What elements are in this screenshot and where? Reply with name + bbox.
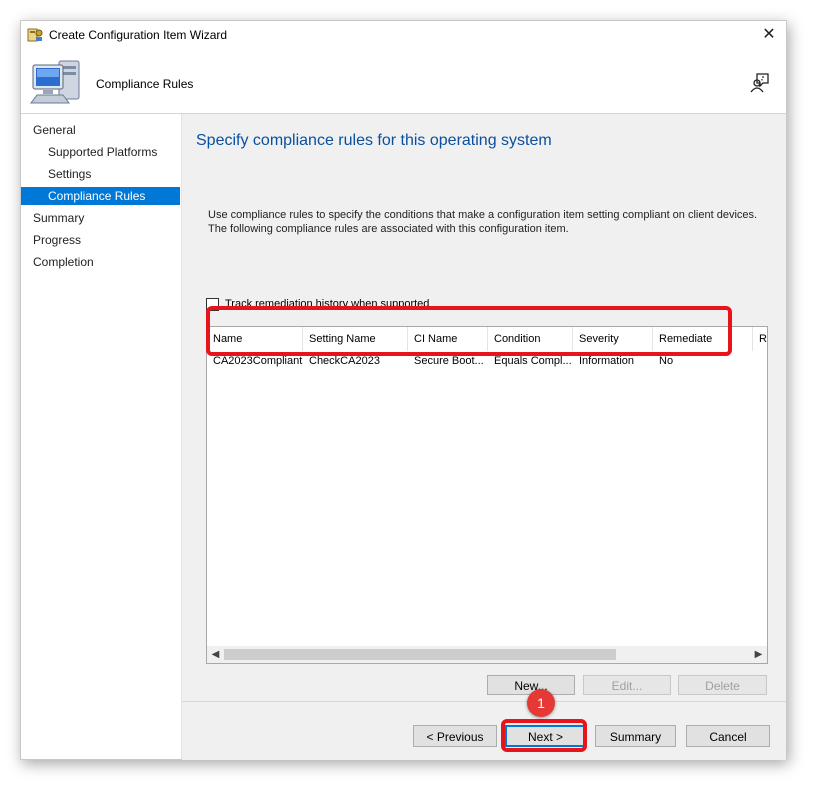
nav-item-summary[interactable]: Summary [33, 209, 84, 227]
scroll-right-icon[interactable]: ▶ [750, 646, 767, 663]
title-bar: Create Configuration Item Wizard ✕ [21, 21, 786, 49]
column-header-condition[interactable]: Condition [488, 327, 573, 351]
content-description: Use compliance rules to specify the cond… [208, 209, 758, 235]
cell-ci-name: Secure Boot... [414, 355, 484, 367]
track-remediation-checkbox[interactable] [206, 298, 219, 311]
close-icon[interactable]: ✕ [758, 24, 780, 46]
next-button[interactable]: Next > [505, 725, 586, 747]
column-header-name[interactable]: Name [207, 327, 303, 351]
cell-severity: Information [579, 355, 635, 367]
column-header-r[interactable]: R [753, 327, 767, 351]
wizard-content: Specify compliance rules for this operat… [182, 114, 786, 701]
column-header-severity[interactable]: Severity [573, 327, 653, 351]
compliance-rules-list[interactable]: Name Setting Name CI Name Condition Seve… [206, 326, 768, 664]
previous-button[interactable]: < Previous [413, 725, 497, 747]
cell-remediate: No [659, 355, 674, 367]
scroll-left-icon[interactable]: ◀ [207, 646, 224, 663]
nav-item-compliance-rules[interactable]: Compliance Rules [21, 187, 180, 205]
wizard-header: Compliance Rules [21, 49, 786, 114]
wizard-nav: General Supported Platforms Settings Com… [21, 114, 182, 759]
horizontal-scrollbar[interactable]: ◀ ▶ [207, 646, 767, 663]
wizard-window: Create Configuration Item Wizard ✕ Compl… [20, 20, 787, 760]
nav-item-completion[interactable]: Completion [33, 253, 94, 271]
nav-item-general[interactable]: General [33, 121, 76, 139]
nav-item-supported-platforms[interactable]: Supported Platforms [48, 143, 157, 161]
header-page-title: Compliance Rules [96, 77, 194, 91]
cancel-button[interactable]: Cancel [686, 725, 770, 747]
help-person-icon[interactable] [750, 71, 772, 93]
summary-button[interactable]: Summary [595, 725, 676, 747]
computer-config-icon [30, 60, 80, 104]
edit-rule-button[interactable]: Edit... [583, 675, 671, 695]
nav-item-settings[interactable]: Settings [48, 165, 91, 183]
window-title: Create Configuration Item Wizard [49, 28, 228, 42]
column-header-remediate[interactable]: Remediate [653, 327, 753, 351]
track-remediation-label: Track remediation history when supported [225, 298, 430, 310]
column-header-setting-name[interactable]: Setting Name [303, 327, 408, 351]
step-number-badge: 1 [527, 689, 555, 717]
table-row[interactable]: CA2023Compliant CheckCA2023 Secure Boot.… [207, 351, 767, 371]
scroll-thumb[interactable] [224, 649, 616, 660]
wizard-footer: < Previous Next > Summary Cancel [182, 701, 786, 760]
nav-item-progress[interactable]: Progress [33, 231, 81, 249]
cell-condition: Equals Compl... [494, 355, 572, 367]
cell-name: CA2023Compliant [213, 355, 303, 367]
column-header-ci-name[interactable]: CI Name [408, 327, 488, 351]
wizard-app-icon [27, 28, 43, 42]
delete-rule-button[interactable]: Delete [678, 675, 767, 695]
list-header: Name Setting Name CI Name Condition Seve… [207, 327, 767, 351]
cell-setting-name: CheckCA2023 [309, 355, 380, 367]
content-heading: Specify compliance rules for this operat… [196, 132, 552, 149]
